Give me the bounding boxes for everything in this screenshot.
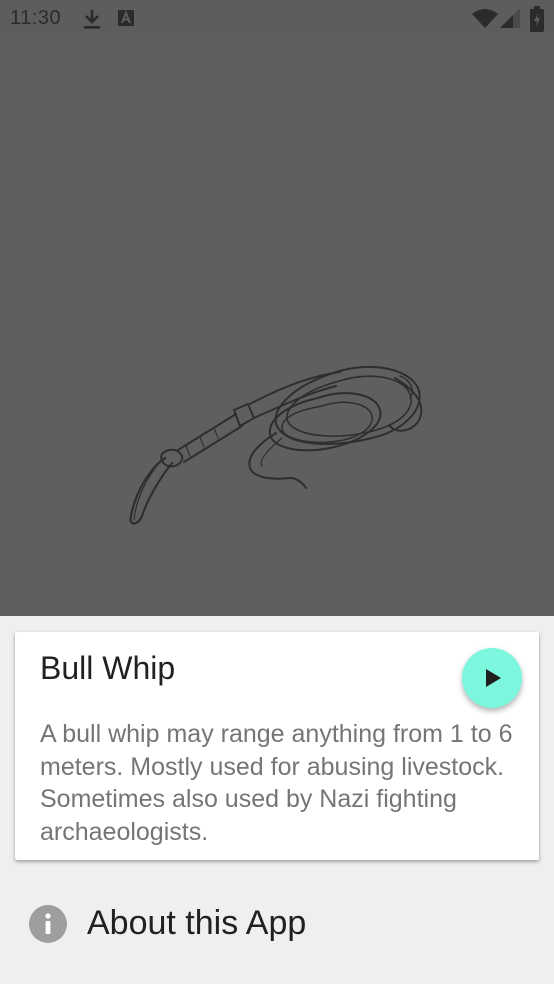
- about-this-app-item[interactable]: About this App: [0, 892, 554, 956]
- sound-card: Bull Whip A bull whip may range anything…: [15, 632, 539, 860]
- bull-whip-image: [129, 365, 423, 525]
- download-icon: [82, 8, 102, 35]
- battery-icon: [530, 6, 544, 37]
- play-icon: [486, 669, 501, 687]
- app-screen: 11:30 Bull Whip A bull whip may range an…: [0, 0, 554, 984]
- whip-illustration: [0, 38, 554, 616]
- wifi-icon: [472, 8, 498, 33]
- play-button[interactable]: [462, 648, 522, 708]
- signal-icon: [500, 8, 520, 33]
- about-label: About this App: [87, 904, 307, 942]
- card-description: A bull whip may range anything from 1 to…: [40, 720, 513, 846]
- a-notification-icon: [118, 10, 134, 31]
- info-icon: [29, 905, 67, 943]
- status-time: 11:30: [10, 7, 62, 29]
- status-bar: 11:30: [0, 0, 554, 38]
- card-title: Bull Whip: [40, 650, 176, 686]
